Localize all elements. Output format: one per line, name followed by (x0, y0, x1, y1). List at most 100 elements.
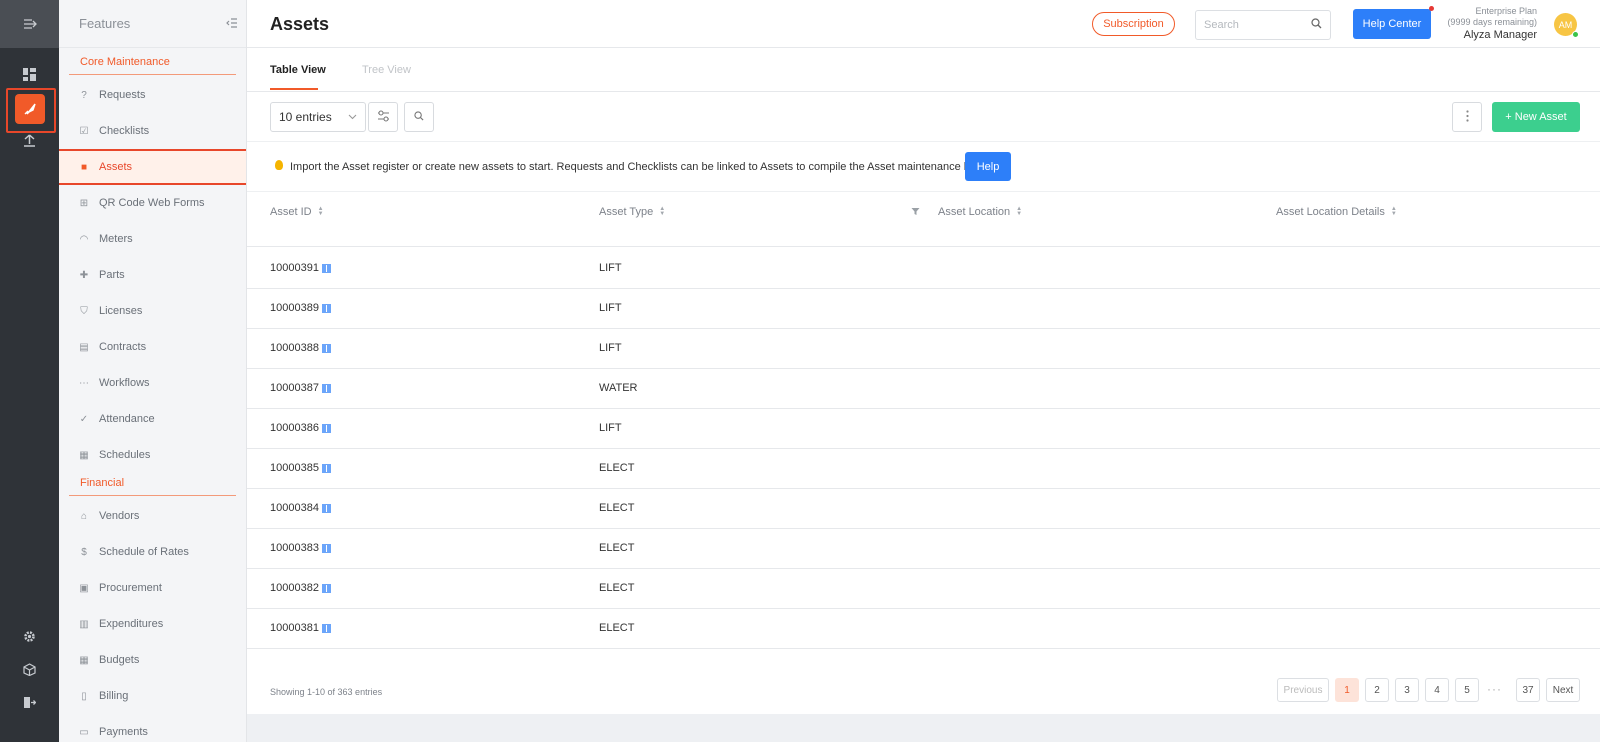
sidebar-item-parts[interactable]: ✚ Parts (59, 257, 246, 293)
search-icon[interactable] (1311, 18, 1322, 32)
column-label: Asset Location (938, 206, 1011, 218)
upload-icon[interactable] (0, 134, 59, 147)
qr-code-icon[interactable] (321, 503, 331, 513)
sidebar-item-payments[interactable]: ▭ Payments (59, 714, 246, 742)
qr-code-icon[interactable] (321, 303, 331, 313)
asset-icon: ■ (80, 161, 88, 173)
search-input[interactable] (1204, 19, 1304, 31)
sidebar-item-contracts[interactable]: ▤ Contracts (59, 329, 246, 365)
page-button-5[interactable]: 5 (1455, 678, 1479, 702)
qr-code-icon[interactable] (321, 383, 331, 393)
qr-code-icon[interactable] (321, 623, 331, 633)
entries-select[interactable]: 10 entries (270, 102, 366, 132)
page-button-last[interactable]: 37 (1516, 678, 1540, 702)
subscription-button[interactable]: Subscription (1092, 12, 1175, 36)
expand-menu-icon[interactable] (0, 0, 59, 48)
asset-id-cell[interactable]: 10000385 (270, 462, 331, 474)
sidebar-list: Core Maintenance? Requests ☑ Checklists ■ Ass… (59, 48, 246, 742)
qr-code-icon[interactable] (321, 463, 331, 473)
sidebar-item-checklists[interactable]: ☑ Checklists (59, 113, 246, 149)
asset-id-cell[interactable]: 10000389 (270, 302, 331, 314)
sort-icon[interactable]: ▲ ▼ (318, 206, 324, 217)
qr-code-icon[interactable] (321, 343, 331, 353)
tab-table-view[interactable]: Table View (270, 64, 326, 76)
sidebar-item-billing[interactable]: ▯ Billing (59, 678, 246, 714)
box-icon[interactable] (0, 663, 59, 676)
filter-icon[interactable] (911, 207, 920, 218)
more-options-button[interactable] (1452, 102, 1482, 132)
table-row[interactable]: 10000381 ELECT (247, 608, 1600, 649)
page-button-4[interactable]: 4 (1425, 678, 1449, 702)
previous-page-button[interactable]: Previous (1277, 678, 1329, 702)
meter-icon: ◠ (79, 233, 89, 245)
qr-code-icon[interactable] (321, 543, 331, 553)
asset-id-cell[interactable]: 10000387 (270, 382, 331, 394)
asset-type-cell: WATER (599, 382, 638, 394)
table-row[interactable]: 10000384 ELECT (247, 488, 1600, 529)
collapse-sidebar-icon[interactable] (226, 16, 238, 31)
sidebar-item-qr-code-web-forms[interactable]: ⊞ QR Code Web Forms (59, 185, 246, 221)
sort-icon[interactable]: ▲ ▼ (1391, 206, 1397, 217)
help-button[interactable]: Help (965, 152, 1011, 181)
help-center-button[interactable]: Help Center (1353, 9, 1431, 39)
settings-icon[interactable] (0, 630, 59, 643)
asset-id-cell[interactable]: 10000391 (270, 262, 331, 274)
table-row[interactable]: 10000385 ELECT (247, 448, 1600, 489)
table-row[interactable]: 10000387 WATER (247, 368, 1600, 409)
column-header-asset-id[interactable]: Asset ID ▲ ▼ (270, 206, 324, 218)
sidebar-item-vendors[interactable]: ⌂ Vendors (59, 498, 246, 534)
sidebar-item-label: Workflows (99, 377, 150, 389)
page-button-2[interactable]: 2 (1365, 678, 1389, 702)
plan-remaining: (9999 days remaining) (1447, 17, 1537, 27)
qr-code-icon[interactable] (321, 263, 331, 273)
sidebar-item-expenditures[interactable]: ▥ Expenditures (59, 606, 246, 642)
logout-icon[interactable] (0, 696, 59, 709)
column-header-asset-location[interactable]: Asset Location ▲ ▼ (938, 206, 1022, 218)
sort-icon[interactable]: ▲ ▼ (1016, 206, 1022, 217)
request-icon: ? (81, 89, 87, 101)
sidebar-item-attendance[interactable]: ✓ Attendance (59, 401, 246, 437)
qr-code-icon[interactable] (321, 583, 331, 593)
sidebar-item-workflows[interactable]: ⋯ Workflows (59, 365, 246, 401)
page-button-1[interactable]: 1 (1335, 678, 1359, 702)
filter-settings-button[interactable] (368, 102, 398, 132)
column-header-asset-location-details[interactable]: Asset Location Details ▲ ▼ (1276, 206, 1397, 218)
new-asset-button[interactable]: + New Asset (1492, 102, 1580, 132)
asset-id-cell[interactable]: 10000386 (270, 422, 331, 434)
sidebar-item-meters[interactable]: ◠ Meters (59, 221, 246, 257)
table-row[interactable]: 10000391 LIFT (247, 248, 1600, 289)
user-name[interactable]: Alyza Manager (1437, 28, 1537, 42)
sliders-icon (377, 110, 390, 125)
table-row[interactable]: 10000386 LIFT (247, 408, 1600, 449)
sort-icon[interactable]: ▲ ▼ (659, 206, 665, 217)
table-row[interactable]: 10000383 ELECT (247, 528, 1600, 569)
dashboard-icon[interactable] (0, 68, 59, 81)
search-field[interactable] (1195, 10, 1331, 40)
table-row[interactable]: 10000388 LIFT (247, 328, 1600, 369)
asset-id: 10000381 (270, 622, 319, 634)
asset-id-cell[interactable]: 10000383 (270, 542, 331, 554)
asset-id-cell[interactable]: 10000381 (270, 622, 331, 634)
sidebar-item-schedules[interactable]: ▦ Schedules (59, 437, 246, 473)
sidebar-item-assets[interactable]: ■ Assets (59, 149, 246, 185)
page-title: Assets (270, 14, 330, 34)
asset-id-cell[interactable]: 10000382 (270, 582, 331, 594)
asset-type-cell: LIFT (599, 422, 622, 434)
table-search-button[interactable] (404, 102, 434, 132)
sidebar-item-requests[interactable]: ? Requests (59, 77, 246, 113)
sidebar-item-budgets[interactable]: ▦ Budgets (59, 642, 246, 678)
sidebar-item-schedule-of-rates[interactable]: $ Schedule of Rates (59, 534, 246, 570)
sidebar-item-procurement[interactable]: ▣ Procurement (59, 570, 246, 606)
asset-id-cell[interactable]: 10000384 (270, 502, 331, 514)
tab-tree-view[interactable]: Tree View (362, 64, 411, 76)
asset-id-cell[interactable]: 10000388 (270, 342, 331, 354)
table-row[interactable]: 10000382 ELECT (247, 568, 1600, 609)
table-row[interactable]: 10000389 LIFT (247, 288, 1600, 329)
rocket-icon[interactable] (15, 94, 45, 124)
payment-icon: ▭ (79, 726, 89, 738)
sidebar-item-licenses[interactable]: ⛉ Licenses (59, 293, 246, 329)
qr-code-icon[interactable] (321, 423, 331, 433)
page-button-3[interactable]: 3 (1395, 678, 1419, 702)
column-header-asset-type[interactable]: Asset Type ▲ ▼ (599, 206, 665, 218)
next-page-button[interactable]: Next (1546, 678, 1580, 702)
